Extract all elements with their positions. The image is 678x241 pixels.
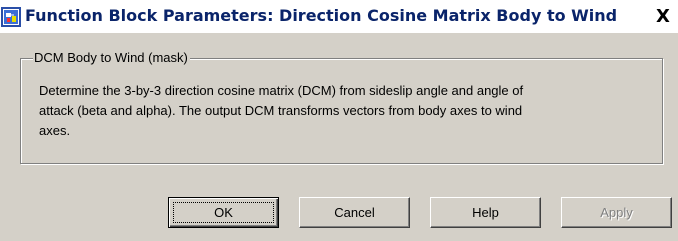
title-bar[interactable]: Function Block Parameters: Direction Cos… [0, 0, 678, 33]
block-description: Determine the 3-by-3 direction cosine ma… [39, 81, 659, 141]
description-line: axes. [39, 123, 71, 138]
ok-button[interactable]: OK [168, 197, 279, 228]
cancel-button[interactable]: Cancel [299, 197, 410, 228]
help-button[interactable]: Help [430, 197, 541, 228]
focus-rectangle [173, 202, 274, 223]
dialog-window: Function Block Parameters: Direction Cos… [0, 0, 678, 241]
description-line: Determine the 3-by-3 direction cosine ma… [39, 83, 524, 98]
simulink-block-icon [1, 7, 21, 27]
window-title: Function Block Parameters: Direction Cos… [25, 6, 618, 25]
close-button[interactable]: X [652, 6, 674, 28]
description-line: attack (beta and alpha). The output DCM … [39, 103, 523, 118]
group-legend: DCM Body to Wind (mask) [33, 49, 190, 66]
apply-button[interactable]: Apply [561, 197, 672, 228]
